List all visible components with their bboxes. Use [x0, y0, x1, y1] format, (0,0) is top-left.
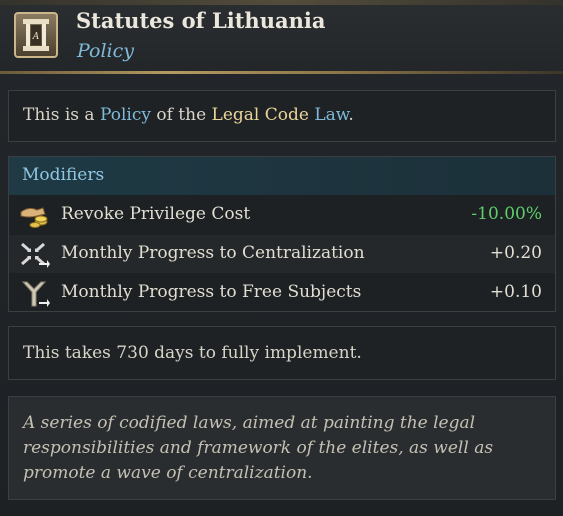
modifier-value: +0.10 — [489, 282, 542, 302]
law-description: This is a Policy of the Legal Code Law. — [23, 105, 354, 125]
modifier-value: +0.20 — [489, 243, 542, 263]
scroll-pillar-icon: A — [14, 12, 58, 58]
implementation-text: This takes 730 days to fully implement. — [23, 343, 362, 363]
law-description-panel: This is a Policy of the Legal Code Law. — [8, 90, 556, 142]
implementation-panel: This takes 730 days to fully implement. — [8, 326, 556, 380]
modifier-row: Revoke Privilege Cost -10.00% — [9, 196, 555, 234]
law-link[interactable]: Law — [314, 105, 348, 125]
flavor-text: A series of codified laws, aimed at pain… — [23, 413, 494, 483]
modifier-label: Monthly Progress to Free Subjects — [61, 282, 362, 302]
hand-coins-icon — [19, 202, 51, 230]
policy-tooltip: A Statutes of Lithuania Policy This is a… — [0, 0, 563, 516]
modifier-label: Revoke Privilege Cost — [61, 204, 251, 224]
header-divider — [0, 71, 563, 74]
modifier-value: -10.00% — [471, 204, 542, 224]
modifier-row: Monthly Progress to Free Subjects +0.10 — [9, 274, 555, 312]
modifiers-title: Modifiers — [22, 165, 105, 185]
flavor-text-panel: A series of codified laws, aimed at pain… — [8, 396, 556, 500]
modifier-label: Monthly Progress to Centralization — [61, 243, 365, 263]
law-name-link[interactable]: Legal Code — [212, 105, 309, 125]
modifiers-header: Modifiers — [9, 157, 555, 195]
svg-text:A: A — [32, 32, 40, 42]
fork-branch-icon — [19, 280, 51, 308]
header-top-trim — [0, 0, 563, 5]
centralization-arrows-icon — [19, 241, 51, 269]
policy-title: Statutes of Lithuania — [76, 8, 326, 33]
policy-link[interactable]: Policy — [100, 105, 151, 125]
modifiers-panel: Modifiers Revoke Privilege Cost -10.00% — [8, 156, 556, 312]
modifier-row: Monthly Progress to Centralization +0.20 — [9, 235, 555, 273]
policy-type-label: Policy — [77, 40, 134, 62]
tooltip-header: A Statutes of Lithuania Policy — [0, 0, 563, 74]
